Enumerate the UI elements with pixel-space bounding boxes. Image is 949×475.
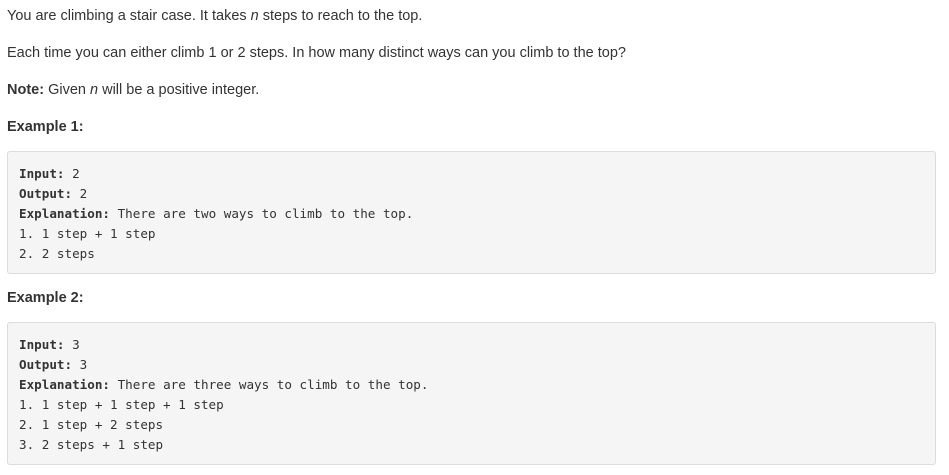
output-label: Output: <box>19 186 73 201</box>
example-1-input-line: Input: 2 <box>19 164 924 184</box>
example-1-way-2: 2. 2 steps <box>19 246 95 261</box>
explanation-value: There are three ways to climb to the top… <box>110 377 429 392</box>
example-2-explanation-line: Explanation: There are three ways to cli… <box>19 375 924 395</box>
example-2-output-line: Output: 3 <box>19 355 924 375</box>
input-label: Input: <box>19 166 65 181</box>
input-value: 3 <box>64 337 80 352</box>
output-label: Output: <box>19 357 73 372</box>
output-value: 3 <box>72 357 88 372</box>
problem-note: Note: Given n will be a positive integer… <box>7 80 259 100</box>
example-1-code-block: Input: 2 Output: 2 Explanation: There are … <box>7 151 936 274</box>
variable-n: n <box>250 8 259 24</box>
example-2-way-1: 1. 1 step + 1 step + 1 step <box>19 397 224 412</box>
statement-text-end: steps to reach to the top. <box>258 8 423 24</box>
example-2-code-block: Input: 3 Output: 3 Explanation: There are … <box>7 322 936 465</box>
example-1-way-1: 1. 1 step + 1 step <box>19 226 156 241</box>
output-value: 2 <box>72 186 88 201</box>
example-2-heading: Example 2: <box>7 290 84 306</box>
note-label: Note: <box>7 82 45 98</box>
example-2-input-line: Input: 3 <box>19 335 924 355</box>
example-1-heading: Example 1: <box>7 119 84 135</box>
problem-rule: Each time you can either climb 1 or 2 st… <box>7 45 626 61</box>
example-1-explanation-line: Explanation: There are two ways to climb… <box>19 204 924 224</box>
statement-text: You are climbing a stair case. It takes <box>7 8 251 24</box>
note-text: Given <box>44 82 90 98</box>
example-1-output-line: Output: 2 <box>19 184 924 204</box>
note-variable-n: n <box>90 82 99 98</box>
input-label: Input: <box>19 337 65 352</box>
explanation-label: Explanation: <box>19 377 110 392</box>
input-value: 2 <box>64 166 80 181</box>
example-2-way-3: 3. 2 steps + 1 step <box>19 437 164 452</box>
problem-statement: You are climbing a stair case. It takes … <box>7 6 422 26</box>
note-text-end: will be a positive integer. <box>98 82 260 98</box>
explanation-value: There are two ways to climb to the top. <box>110 206 414 221</box>
explanation-label: Explanation: <box>19 206 110 221</box>
example-2-way-2: 2. 1 step + 2 steps <box>19 417 164 432</box>
